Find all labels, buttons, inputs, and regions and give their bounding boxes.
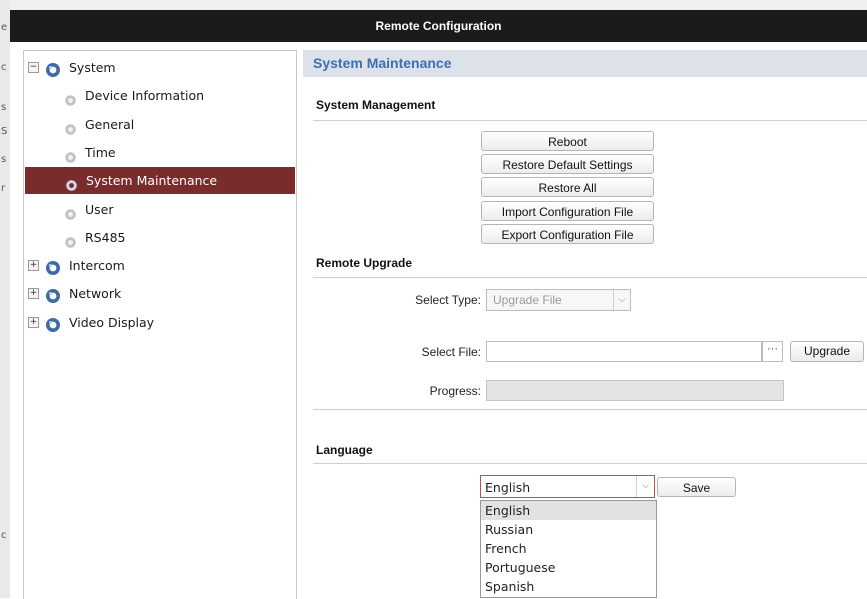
- tree-item-label: Intercom: [69, 258, 125, 274]
- language-options-list: English Russian French Portuguese Spanish: [480, 500, 657, 598]
- tree-item-network[interactable]: + Network: [24, 280, 296, 307]
- section-title-system-management: System Management: [316, 98, 436, 112]
- section-divider: [313, 277, 867, 278]
- tree-item-intercom[interactable]: + Intercom: [24, 252, 296, 279]
- window-title: Remote Configuration: [375, 19, 502, 33]
- tree-item-label: Time: [85, 144, 116, 160]
- select-file-input[interactable]: [486, 341, 762, 362]
- language-option-russian[interactable]: Russian: [481, 520, 656, 539]
- select-file-label: Select File:: [421, 345, 481, 359]
- progress-label: Progress:: [429, 384, 481, 398]
- main-content: System Maintenance System Management Reb…: [303, 50, 867, 598]
- section-divider: [313, 463, 867, 464]
- background-text: s: [1, 102, 7, 113]
- expand-icon[interactable]: +: [28, 260, 39, 272]
- gear-icon: [65, 95, 76, 107]
- tree-item-system-maintenance[interactable]: System Maintenance: [25, 167, 295, 195]
- tree-item-label: User: [85, 201, 114, 217]
- tree-item-label: System: [69, 60, 116, 75]
- gear-icon: [65, 208, 76, 220]
- browse-file-button[interactable]: ···: [762, 341, 783, 362]
- section-title-remote-upgrade: Remote Upgrade: [316, 256, 413, 270]
- tree-item-label: Network: [69, 286, 122, 302]
- collapse-icon[interactable]: −: [28, 62, 39, 73]
- expand-icon[interactable]: +: [28, 316, 39, 328]
- language-option-french[interactable]: French: [481, 539, 656, 558]
- language-option-portuguese[interactable]: Portuguese: [481, 558, 656, 577]
- tree-item-label: RS485: [85, 229, 126, 245]
- section-divider: [313, 120, 867, 121]
- tree-item-label: General: [85, 116, 135, 132]
- tree-item-general[interactable]: General: [24, 111, 296, 138]
- background-text: e: [1, 22, 8, 33]
- section-divider: [313, 409, 867, 410]
- tree-item-rs485[interactable]: RS485: [24, 224, 296, 251]
- background-text: s: [1, 154, 7, 165]
- select-type-value: Upgrade File: [493, 293, 562, 307]
- config-tree: − System Device Information General Time Syst…: [23, 50, 297, 599]
- upgrade-button[interactable]: Upgrade: [790, 341, 864, 362]
- tree-item-system[interactable]: − System: [24, 54, 296, 81]
- gear-icon: [46, 261, 60, 276]
- expand-icon[interactable]: +: [28, 288, 39, 300]
- restore-all-button[interactable]: Restore All: [481, 177, 654, 197]
- background-window-strip: [0, 0, 10, 598]
- tree-item-user[interactable]: User: [24, 196, 296, 223]
- background-text: S: [1, 126, 8, 137]
- tree-item-device-information[interactable]: Device Information: [24, 82, 296, 109]
- gear-icon: [46, 63, 60, 77]
- save-language-button[interactable]: Save: [657, 477, 736, 497]
- select-type-label: Select Type:: [415, 293, 481, 307]
- language-option-english[interactable]: English: [481, 501, 656, 520]
- language-selected-value: English: [485, 480, 531, 495]
- language-option-spanish[interactable]: Spanish: [481, 577, 656, 596]
- tree-item-video-display[interactable]: + Video Display: [24, 309, 296, 336]
- page-title: System Maintenance: [313, 55, 452, 71]
- upgrade-progress-bar: [486, 380, 784, 401]
- restore-default-settings-button[interactable]: Restore Default Settings: [481, 154, 654, 174]
- gear-icon: [65, 237, 76, 248]
- tree-item-label: Video Display: [69, 314, 155, 330]
- tree-item-time[interactable]: Time: [24, 139, 296, 166]
- chevron-down-icon: ⌵: [613, 290, 630, 310]
- language-dropdown[interactable]: English ⌵: [480, 475, 655, 498]
- gear-icon: [66, 180, 77, 191]
- gear-icon: [65, 152, 76, 163]
- gear-icon: [46, 317, 60, 332]
- section-title-language: Language: [316, 443, 373, 457]
- export-configuration-file-button[interactable]: Export Configuration File: [481, 224, 654, 244]
- page-header: System Maintenance: [303, 50, 867, 77]
- background-text: r: [1, 183, 6, 194]
- background-text: c: [1, 62, 7, 73]
- gear-icon: [46, 289, 60, 304]
- tree-item-label: Device Information: [85, 88, 205, 104]
- import-configuration-file-button[interactable]: Import Configuration File: [481, 201, 654, 221]
- tree-item-label: System Maintenance: [86, 173, 218, 189]
- select-type-dropdown[interactable]: Upgrade File ⌵: [486, 289, 631, 311]
- background-text: c: [1, 530, 7, 541]
- title-bar: Remote Configuration: [10, 0, 867, 42]
- chevron-down-icon: ⌵: [636, 476, 654, 497]
- reboot-button[interactable]: Reboot: [481, 131, 654, 151]
- gear-icon: [65, 123, 76, 135]
